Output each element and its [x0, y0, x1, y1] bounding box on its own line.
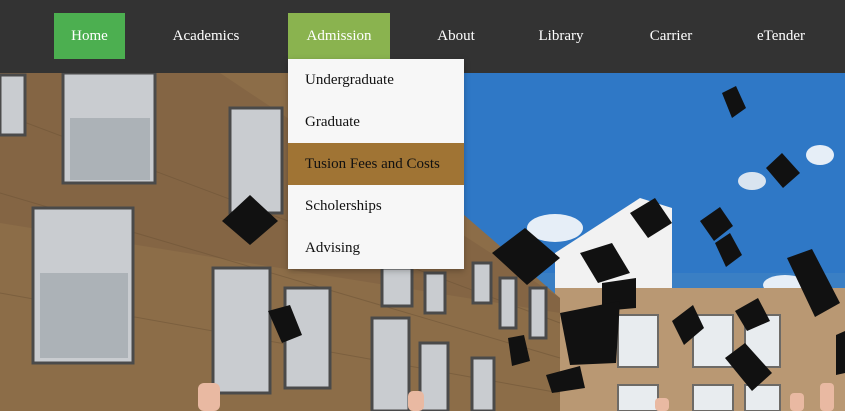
menu-item-undergraduate[interactable]: Undergraduate — [288, 59, 464, 101]
menu-item-scholarships[interactable]: Scholerships — [288, 185, 464, 227]
menu-item-tuition-fees[interactable]: Tusion Fees and Costs — [288, 143, 464, 185]
nav-library[interactable]: Library — [523, 13, 599, 59]
nav-academics[interactable]: Academics — [158, 13, 254, 59]
nav-about[interactable]: About — [418, 13, 494, 59]
nav-home[interactable]: Home — [54, 13, 125, 59]
nav-etender[interactable]: eTender — [740, 13, 822, 59]
admission-dropdown-menu: Undergraduate Graduate Tusion Fees and C… — [288, 59, 464, 269]
menu-item-advising[interactable]: Advising — [288, 227, 464, 269]
menu-item-graduate[interactable]: Graduate — [288, 101, 464, 143]
nav-admission[interactable]: Admission — [288, 13, 390, 59]
nav-carrier[interactable]: Carrier — [633, 13, 709, 59]
